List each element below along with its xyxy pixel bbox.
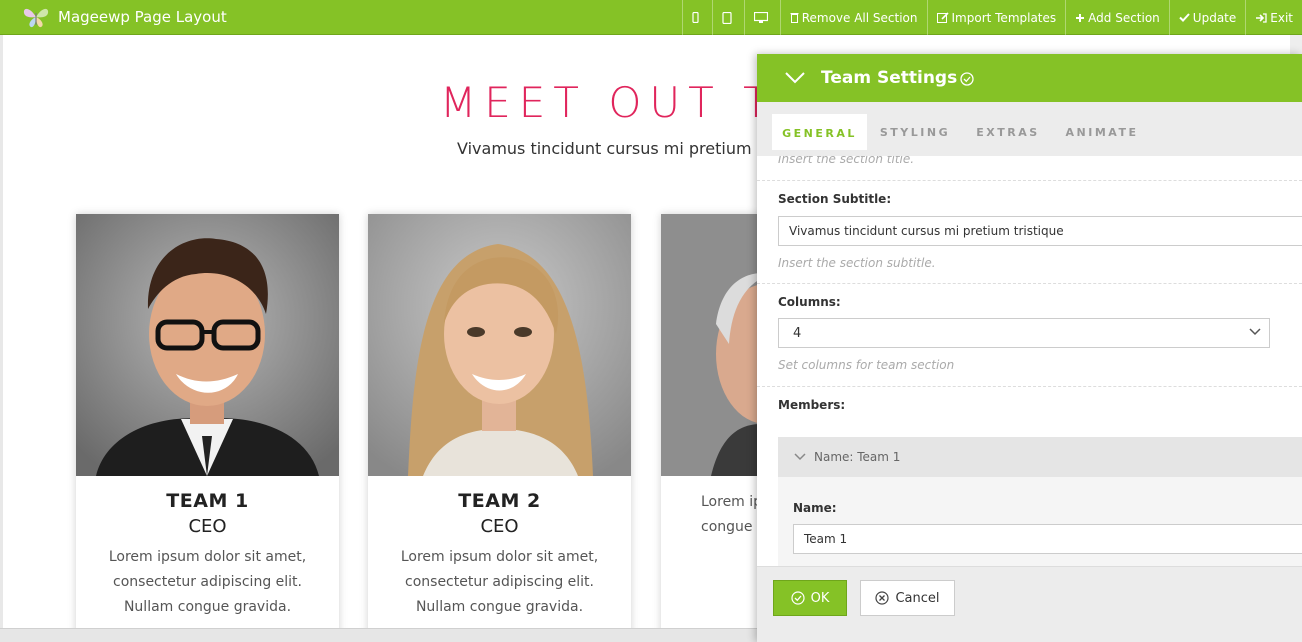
section-subtitle: Vivamus tincidunt cursus mi pretium — [457, 139, 752, 158]
tab-extras[interactable]: EXTRAS — [965, 114, 1051, 150]
member-item-body: Name: Team 1 — [778, 477, 1302, 566]
team-name: TEAM 1 — [166, 490, 249, 512]
app-title: Mageewp Page Layout — [58, 8, 227, 26]
section-subtitle-hint: Insert the section subtitle. — [778, 256, 936, 270]
check-circle-icon — [960, 72, 974, 86]
member-item-header[interactable]: Name: Team 1 — [778, 437, 1302, 477]
team-description: Lorem ipsum dolor sit amet, consectetur … — [400, 549, 599, 615]
exit-button[interactable]: Exit — [1245, 0, 1302, 35]
chevron-down-icon — [794, 453, 806, 461]
panel-tabs: GENERAL STYLING EXTRAS ANIMATE — [757, 102, 1302, 156]
columns-label: Columns: — [778, 295, 841, 309]
desktop-view-button[interactable] — [743, 0, 780, 35]
team-card: TEAM 1 CEO Lorem ipsum dolor sit amet, c… — [76, 214, 339, 642]
sign-out-icon — [1256, 12, 1267, 23]
remove-all-section-button[interactable]: Remove All Section — [779, 0, 927, 35]
left-edge — [0, 35, 3, 635]
top-toolbar: Mageewp Page Layout Remove All Section I… — [0, 0, 1302, 35]
chevron-down-icon — [785, 72, 805, 84]
tablet-icon — [722, 11, 732, 24]
collapse-panel-button[interactable] — [777, 54, 813, 102]
divider — [757, 283, 1302, 284]
cancel-button[interactable]: Cancel — [860, 580, 955, 616]
exit-label: Exit — [1270, 10, 1293, 25]
check-icon — [1179, 13, 1190, 22]
chevron-down-icon — [1249, 328, 1261, 336]
trash-icon — [790, 13, 799, 23]
member-name-input[interactable]: Team 1 — [793, 524, 1302, 554]
member-item-title: Name: Team 1 — [814, 450, 901, 464]
remove-all-section-label: Remove All Section — [801, 10, 918, 25]
tab-styling[interactable]: STYLING — [872, 114, 958, 150]
close-circle-icon — [875, 591, 890, 605]
update-button[interactable]: Update — [1168, 0, 1245, 35]
add-section-button[interactable]: Add Section — [1065, 0, 1169, 35]
tab-general[interactable]: GENERAL — [772, 114, 867, 150]
divider — [757, 180, 1302, 181]
team-card: TEAM 2 CEO Lorem ipsum dolor sit amet, c… — [368, 214, 631, 642]
ok-label: OK — [810, 590, 830, 606]
section-subtitle-input[interactable]: Vivamus tincidunt cursus mi pretium tris… — [778, 216, 1302, 246]
members-label: Members: — [778, 398, 846, 412]
team-name: TEAM 2 — [458, 490, 541, 512]
team-settings-panel: Team Settings GENERAL STYLING EXTRAS ANI… — [757, 54, 1302, 642]
team-role: CEO — [480, 516, 519, 537]
member-name-label: Name: — [793, 501, 837, 515]
section-subtitle-label: Section Subtitle: — [778, 192, 892, 206]
divider — [757, 386, 1302, 387]
check-circle-icon — [791, 591, 805, 605]
import-templates-button[interactable]: Import Templates — [926, 0, 1066, 35]
tablet-view-button[interactable] — [711, 0, 744, 35]
team-member-photo — [76, 214, 339, 476]
columns-hint: Set columns for team section — [778, 358, 955, 372]
panel-edge — [1290, 35, 1302, 55]
import-templates-label: Import Templates — [951, 10, 1057, 25]
team-role: CEO — [188, 516, 227, 537]
desktop-icon — [753, 11, 768, 23]
columns-select[interactable]: 4 — [778, 318, 1270, 348]
cancel-label: Cancel — [895, 590, 940, 606]
section-title-hint: Insert the section title. — [778, 156, 915, 166]
update-label: Update — [1192, 10, 1237, 25]
ok-button[interactable]: OK — [773, 580, 847, 616]
mobile-icon — [692, 12, 699, 23]
panel-title: Team Settings — [821, 68, 958, 88]
butterfly-logo-icon — [23, 8, 49, 28]
mobile-view-button[interactable] — [681, 0, 712, 35]
team-member-photo — [368, 214, 631, 476]
section-title: MEET OUT TE — [440, 78, 812, 127]
toolbar-actions: Remove All Section Import Templates Add … — [681, 0, 1302, 35]
horizontal-scrollbar[interactable] — [0, 628, 760, 642]
add-section-label: Add Section — [1088, 10, 1160, 25]
team-description: Lorem ipsum dolor sit amet, consectetur … — [108, 549, 307, 615]
brand: Mageewp Page Layout — [0, 0, 227, 35]
panel-form: Insert the section title. Section Subtit… — [757, 156, 1302, 566]
panel-header: Team Settings — [757, 54, 1302, 102]
page-builder-screen: Mageewp Page Layout Remove All Section I… — [0, 0, 1302, 642]
plus-icon — [1076, 13, 1085, 22]
edit-icon — [936, 12, 949, 23]
columns-value: 4 — [793, 325, 802, 341]
tab-animate[interactable]: ANIMATE — [1057, 114, 1147, 150]
panel-footer: OK Cancel — [757, 566, 1302, 642]
